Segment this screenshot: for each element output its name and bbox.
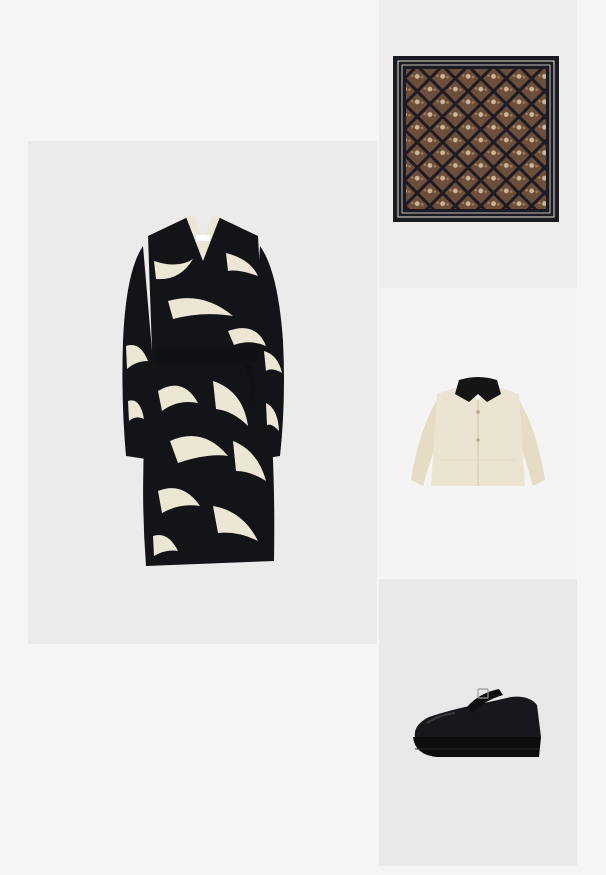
- wrap-dress-image: [122, 215, 284, 566]
- bandana-scarf-image: [393, 56, 559, 222]
- product-tile-dress[interactable]: [28, 141, 377, 644]
- cropped-jacket-image: [411, 377, 545, 486]
- product-tile-jacket[interactable]: [379, 290, 577, 577]
- mary-jane-shoe-image: [413, 688, 541, 757]
- outfit-board: [0, 0, 606, 875]
- product-tile-shoe[interactable]: [379, 579, 577, 866]
- product-tile-scarf[interactable]: [379, 0, 577, 288]
